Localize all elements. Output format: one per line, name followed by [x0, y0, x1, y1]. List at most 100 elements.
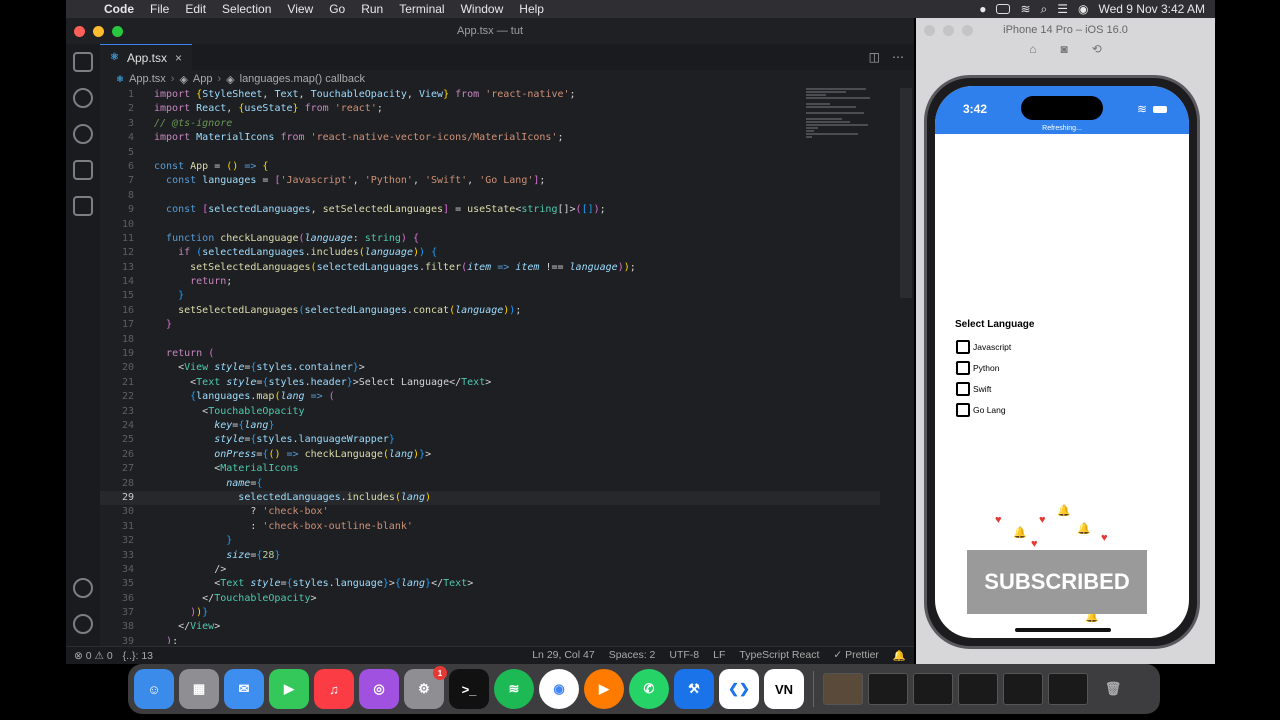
- code-line-active[interactable]: 29 selectedLanguages.includes(lang): [100, 490, 880, 506]
- explorer-icon[interactable]: [73, 52, 93, 72]
- control-center-icon[interactable]: ☰: [1057, 2, 1068, 16]
- code-line[interactable]: 10: [100, 218, 880, 232]
- split-editor-icon[interactable]: ◫: [869, 50, 880, 64]
- code-line[interactable]: 23 <TouchableOpacity: [100, 405, 880, 419]
- code-line[interactable]: 4 import MaterialIcons from 'react-native…: [100, 131, 880, 145]
- code-line[interactable]: 3// @ts-ignore: [100, 117, 880, 131]
- extensions-icon[interactable]: [73, 196, 93, 216]
- breadcrumb-file[interactable]: App.tsx: [129, 73, 166, 85]
- zoom-window-button[interactable]: [962, 25, 973, 36]
- code-line[interactable]: 37 ))}: [100, 606, 880, 620]
- tab-app-tsx[interactable]: ⚛ App.tsx ×: [100, 44, 193, 70]
- minimize-window-button[interactable]: [943, 25, 954, 36]
- gear-icon[interactable]: [73, 614, 93, 634]
- encoding[interactable]: UTF-8: [669, 649, 699, 662]
- language-mode[interactable]: TypeScript React: [739, 649, 819, 662]
- code-line[interactable]: 8: [100, 189, 880, 203]
- code-line[interactable]: 7 const languages = ['Javascript', 'Pyth…: [100, 174, 880, 188]
- indentation[interactable]: Spaces: 2: [609, 649, 656, 662]
- podcasts-app-icon[interactable]: ◎: [359, 669, 399, 709]
- launchpad-app-icon[interactable]: ▦: [179, 669, 219, 709]
- menubar-clock[interactable]: Wed 9 Nov 3:42 AM: [1099, 2, 1206, 16]
- language-option-javascript[interactable]: Javascript: [956, 340, 1011, 354]
- checkbox-outline-icon[interactable]: [956, 403, 970, 417]
- menu-run[interactable]: Run: [353, 2, 391, 16]
- breadcrumb-symbol[interactable]: languages.map() callback: [240, 73, 365, 85]
- music-app-icon[interactable]: ♫: [314, 669, 354, 709]
- code-line[interactable]: 39 );: [100, 635, 880, 644]
- code-line[interactable]: 18: [100, 333, 880, 347]
- screenshot-icon[interactable]: ◙: [1060, 42, 1067, 60]
- checkbox-outline-icon[interactable]: [956, 340, 970, 354]
- language-option-python[interactable]: Python: [956, 361, 999, 375]
- zoom-window-button[interactable]: [112, 26, 123, 37]
- language-option-go-lang[interactable]: Go Lang: [956, 403, 1006, 417]
- code-line[interactable]: 31 : 'check-box-outline-blank': [100, 520, 880, 534]
- home-indicator[interactable]: [1015, 628, 1111, 632]
- language-option-swift[interactable]: Swift: [956, 382, 991, 396]
- home-icon[interactable]: ⌂: [1029, 42, 1036, 60]
- terminal-app-icon[interactable]: >_: [449, 669, 489, 709]
- code-line[interactable]: 21 <Text style={styles.header}>Select La…: [100, 376, 880, 390]
- code-line[interactable]: 16 setSelectedLanguages(selectedLanguage…: [100, 304, 880, 318]
- siri-icon[interactable]: ◉: [1078, 2, 1088, 16]
- code-line[interactable]: 30 ? 'check-box': [100, 505, 880, 519]
- vscode-app-icon[interactable]: ❮❯: [719, 669, 759, 709]
- formatter-status[interactable]: ✓ Prettier: [833, 649, 879, 662]
- vn-editor-app-icon[interactable]: VN: [764, 669, 804, 709]
- rotate-icon[interactable]: ⟲: [1092, 42, 1102, 60]
- search-icon[interactable]: [73, 88, 93, 108]
- search-icon[interactable]: ⌕: [1041, 2, 1048, 17]
- code-line[interactable]: 1 import {StyleSheet, Text, TouchableOpac…: [100, 88, 880, 102]
- mail-app-icon[interactable]: ✉: [224, 669, 264, 709]
- close-window-button[interactable]: [924, 25, 935, 36]
- minimap[interactable]: [806, 88, 876, 218]
- code-line[interactable]: 20 <View style={styles.container}>: [100, 361, 880, 375]
- wifi-icon[interactable]: ≋: [1020, 2, 1030, 16]
- spotify-app-icon[interactable]: ≋: [494, 669, 534, 709]
- code-line[interactable]: 17 }: [100, 318, 880, 332]
- code-line[interactable]: 9 const [selectedLanguages, setSelectedL…: [100, 203, 880, 217]
- facetime-app-icon[interactable]: ▶: [269, 669, 309, 709]
- menu-file[interactable]: File: [142, 2, 177, 16]
- close-window-button[interactable]: [74, 26, 85, 37]
- minimized-window-thumbnail[interactable]: [823, 673, 863, 705]
- code-line[interactable]: 36 </TouchableOpacity>: [100, 592, 880, 606]
- phone-screen[interactable]: 3:42 ≋ Refreshing... Select Language Jav…: [935, 86, 1189, 638]
- record-icon[interactable]: ●: [979, 2, 986, 16]
- system-preferences-app-icon[interactable]: ⚙ 1: [404, 666, 447, 709]
- code-line[interactable]: 33 size={28}: [100, 549, 880, 563]
- code-line[interactable]: 26 onPress={() => checkLanguage(lang)}>: [100, 448, 880, 462]
- menu-help[interactable]: Help: [511, 2, 552, 16]
- menu-window[interactable]: Window: [453, 2, 512, 16]
- infuse-app-icon[interactable]: ▶: [584, 669, 624, 709]
- menu-go[interactable]: Go: [321, 2, 353, 16]
- whatsapp-app-icon[interactable]: ✆: [629, 669, 669, 709]
- menu-terminal[interactable]: Terminal: [391, 2, 452, 16]
- code-line[interactable]: 2 import React, {useState} from 'react';: [100, 102, 880, 116]
- checkbox-outline-icon[interactable]: [956, 382, 970, 396]
- end-of-line[interactable]: LF: [713, 649, 725, 662]
- chrome-app-icon[interactable]: ◉: [539, 669, 579, 709]
- minimized-window-thumbnail[interactable]: [868, 673, 908, 705]
- more-actions-icon[interactable]: ⋯: [892, 50, 904, 64]
- finder-app-icon[interactable]: ☺: [134, 669, 174, 709]
- run-debug-icon[interactable]: [73, 160, 93, 180]
- code-editor[interactable]: 1 import {StyleSheet, Text, TouchableOpac…: [100, 88, 880, 644]
- minimized-window-thumbnail[interactable]: [958, 673, 998, 705]
- editor-scrollbar[interactable]: [900, 88, 912, 298]
- code-line[interactable]: 34 />: [100, 563, 880, 577]
- breadcrumb-component[interactable]: App: [193, 73, 213, 85]
- minimized-window-thumbnail[interactable]: [913, 673, 953, 705]
- account-icon[interactable]: [73, 578, 93, 598]
- code-line[interactable]: 5: [100, 146, 880, 160]
- code-line[interactable]: 22 {languages.map(lang => (: [100, 390, 880, 404]
- code-line[interactable]: 13 setSelectedLanguages(selectedLanguage…: [100, 261, 880, 275]
- menu-selection[interactable]: Selection: [214, 2, 279, 16]
- menu-edit[interactable]: Edit: [177, 2, 214, 16]
- problems-indicator[interactable]: ⊗ 0 ⚠ 0: [74, 650, 113, 662]
- xcode-app-icon[interactable]: ⚒: [674, 669, 714, 709]
- code-line[interactable]: 32 }: [100, 534, 880, 548]
- selection-info[interactable]: {..}: 13: [123, 650, 153, 662]
- code-line[interactable]: 38 </View>: [100, 620, 880, 634]
